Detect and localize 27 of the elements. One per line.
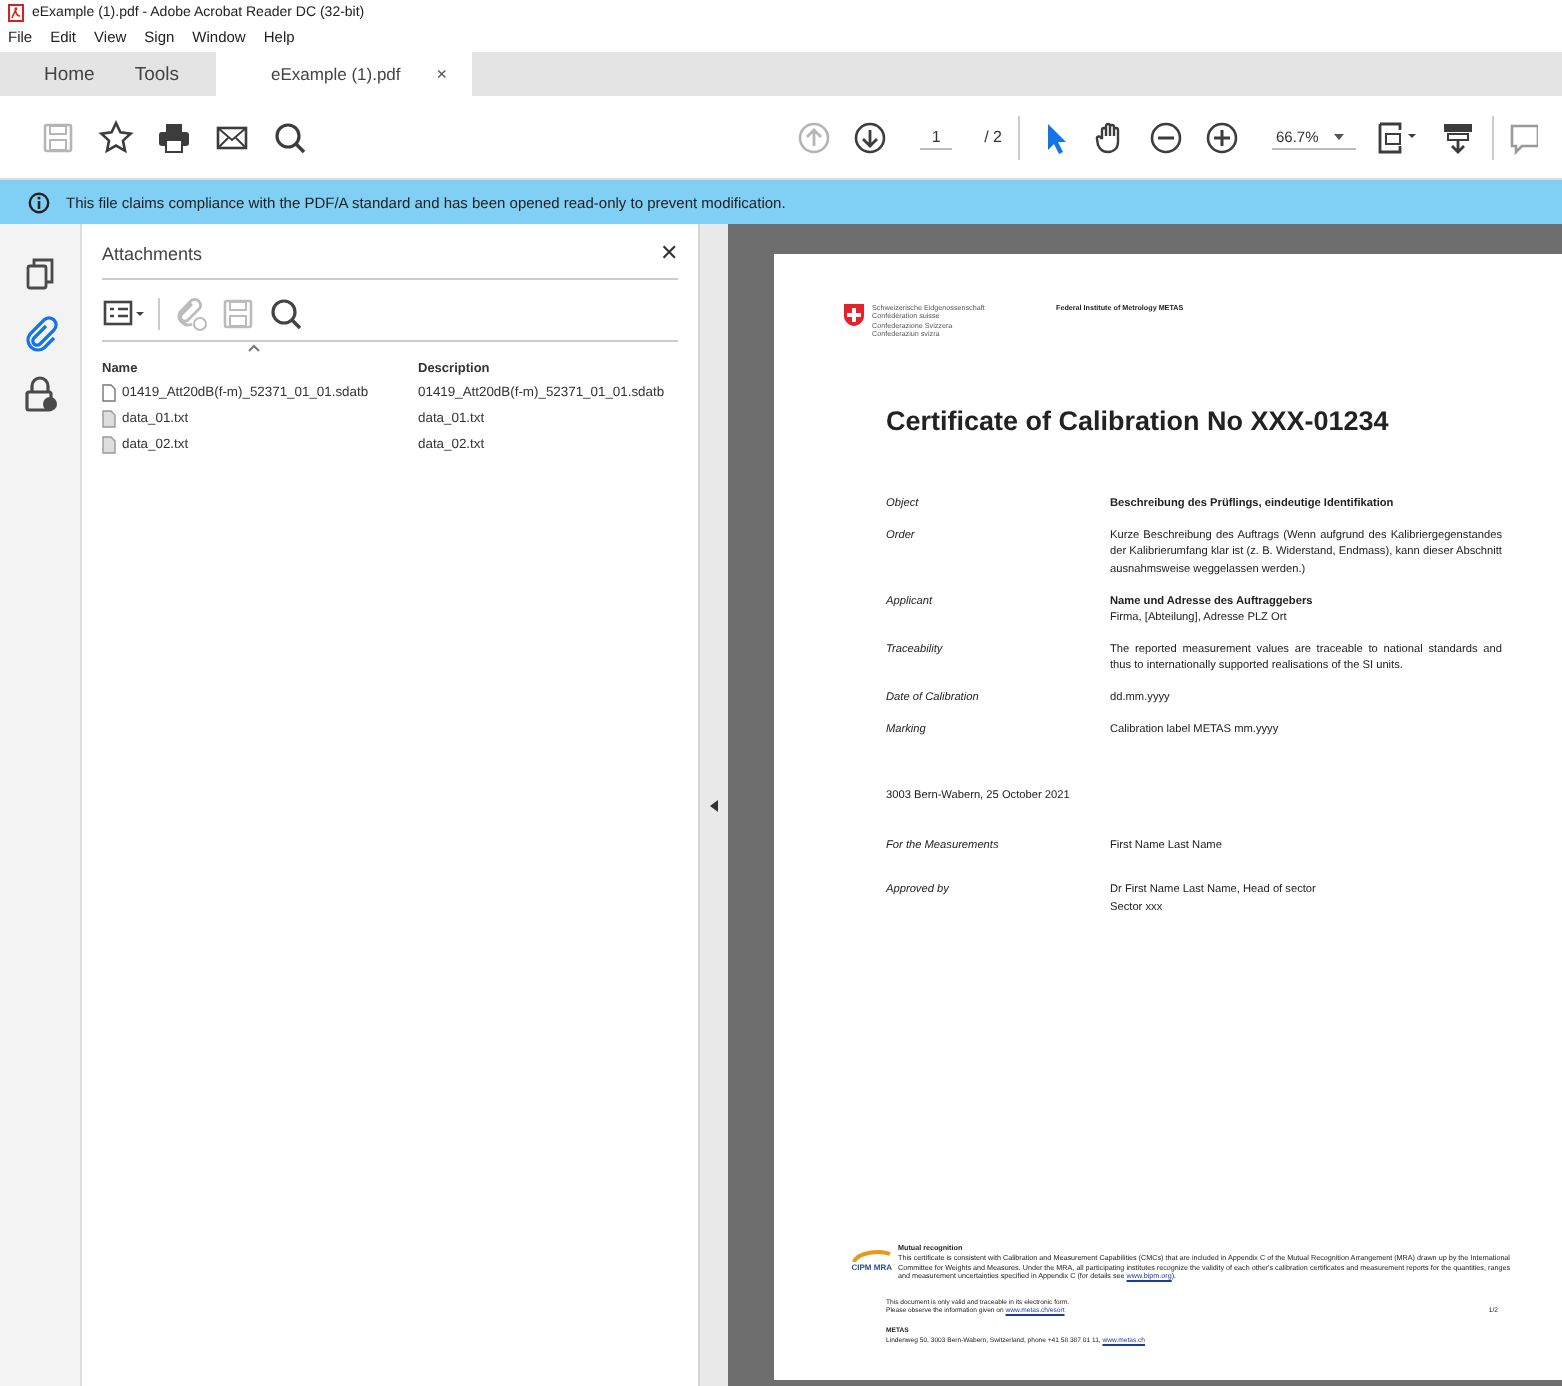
tab[interactable]: Tools: [114, 52, 200, 96]
tab-close-button[interactable]: ×: [436, 64, 448, 84]
zoom-in-icon[interactable]: [1204, 119, 1240, 155]
lock-icon[interactable]: [22, 376, 58, 412]
paperclip-icon[interactable]: [22, 316, 58, 352]
pages-icon[interactable]: [22, 256, 58, 292]
search-icon[interactable]: [272, 119, 308, 155]
arrow-down-icon[interactable]: [852, 119, 889, 155]
page-total: / 2: [984, 128, 1002, 146]
certificate-title: Certificate of Calibration No XXX-01234: [886, 406, 1391, 437]
swiss-flag-icon: [844, 304, 864, 326]
page-number-field[interactable]: 1: [920, 125, 953, 149]
tab[interactable]: eExample (1).pdf ×: [215, 52, 472, 96]
comment-icon[interactable]: [1510, 119, 1538, 155]
info-icon: [28, 191, 50, 213]
tab[interactable]: Home: [24, 52, 115, 96]
zoom-out-icon[interactable]: [1148, 119, 1184, 155]
scroll-mode-icon[interactable]: [1440, 119, 1476, 155]
arc-icon: [852, 1250, 892, 1263]
star-icon[interactable]: [98, 119, 134, 155]
collapse-arrow-icon[interactable]: [710, 799, 718, 811]
fit-page-icon[interactable]: [1376, 119, 1420, 155]
search-icon[interactable]: [268, 296, 304, 332]
panel-title: Attachments: [102, 243, 203, 263]
printer-icon[interactable]: [156, 119, 192, 155]
close-button[interactable]: ✕: [660, 240, 678, 266]
caret-icon: [1334, 133, 1345, 139]
